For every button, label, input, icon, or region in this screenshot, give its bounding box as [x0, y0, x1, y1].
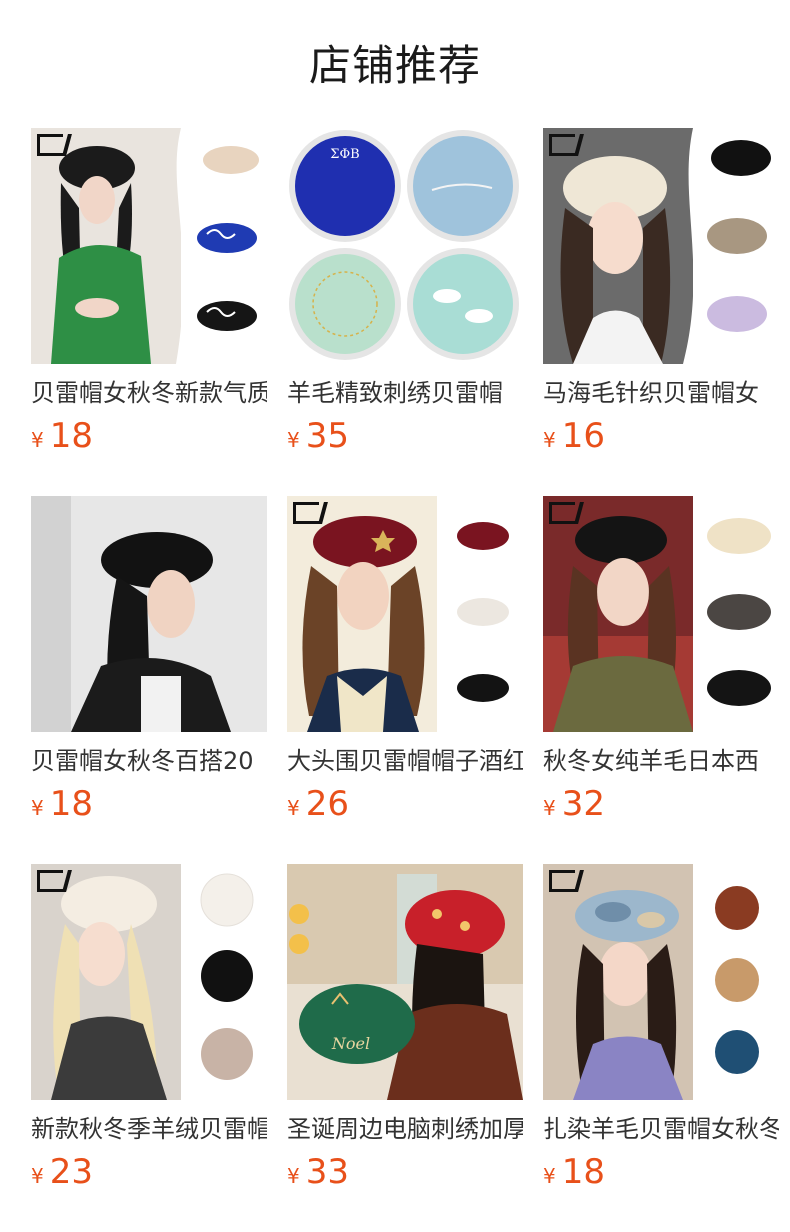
product-name: 羊毛精致刺绣贝雷帽 [287, 379, 503, 407]
product-name: 马海毛针织贝雷帽女 [543, 379, 759, 407]
currency-symbol: ¥ [543, 1164, 556, 1188]
product-name: 贝雷帽女秋冬新款气质 [31, 379, 267, 407]
product-photo-christmas-beret: Noel [287, 864, 523, 1100]
product-image[interactable]: ΣΦΒ [287, 128, 523, 364]
product-card[interactable]: 扎染羊毛贝雷帽女秋冬 ¥18 [543, 864, 779, 1232]
store-recommendations: 店铺推荐 贝雷帽女秋冬新款气质 ¥ 18 ΣΦΒ 羊毛精致刺绣贝雷帽 ¥ 35 … [0, 0, 790, 1232]
brand-logo-icon [549, 870, 575, 892]
product-price: ¥16 [543, 415, 779, 457]
embroidery-text: ΣΦΒ [330, 147, 359, 162]
product-image[interactable] [31, 128, 267, 364]
product-image[interactable] [31, 864, 267, 1100]
brand-logo-icon [549, 502, 575, 524]
product-price: ¥35 [287, 415, 523, 457]
product-card[interactable]: 贝雷帽女秋冬百搭20 ¥18 [31, 496, 267, 864]
product-price: ¥26 [287, 783, 523, 825]
price-value: 35 [305, 416, 349, 456]
product-card[interactable]: ΣΦΒ 羊毛精致刺绣贝雷帽 ¥35 [287, 128, 523, 496]
product-image[interactable]: Noel [287, 864, 523, 1100]
product-price: ¥18 [31, 415, 267, 457]
product-card[interactable]: 秋冬女纯羊毛日本西 ¥32 [543, 496, 779, 864]
product-image[interactable] [543, 128, 779, 364]
product-photo-cashmere-beret [31, 864, 267, 1100]
product-photo-wine-red-beret [287, 496, 523, 732]
product-name: 秋冬女纯羊毛日本西 [543, 747, 759, 775]
page-title: 店铺推荐 [308, 41, 481, 90]
price-value: 16 [561, 416, 605, 456]
product-photo-tie-dye-beret [543, 864, 779, 1100]
product-name: 新款秋冬季羊绒贝雷帽 [31, 1115, 267, 1143]
product-image[interactable] [31, 496, 267, 732]
currency-symbol: ¥ [31, 428, 44, 452]
currency-symbol: ¥ [287, 428, 300, 452]
brand-logo-icon [37, 134, 63, 156]
price-value: 32 [561, 784, 605, 824]
price-value: 33 [305, 1152, 349, 1192]
currency-symbol: ¥ [543, 428, 556, 452]
brand-logo-icon [549, 134, 575, 156]
price-value: 23 [49, 1152, 93, 1192]
product-image[interactable] [287, 496, 523, 732]
currency-symbol: ¥ [31, 796, 44, 820]
product-photo-black-beret-green-cardigan [31, 128, 267, 364]
product-price: ¥23 [31, 1151, 267, 1193]
product-name: 大头围贝雷帽帽子酒红 [287, 747, 523, 775]
currency-symbol: ¥ [31, 1164, 44, 1188]
currency-symbol: ¥ [543, 796, 556, 820]
product-name: 扎染羊毛贝雷帽女秋冬 [543, 1115, 779, 1143]
product-photo-mohair-beret [543, 128, 779, 364]
product-name: 圣诞周边电脑刺绣加厚 [287, 1115, 523, 1143]
product-card[interactable]: 大头围贝雷帽帽子酒红 ¥26 [287, 496, 523, 864]
currency-symbol: ¥ [287, 796, 300, 820]
product-name: 贝雷帽女秋冬百搭20 [31, 747, 254, 775]
price-value: 18 [561, 1152, 605, 1192]
product-price: ¥18 [31, 783, 267, 825]
price-value: 18 [49, 784, 93, 824]
product-grid: 贝雷帽女秋冬新款气质 ¥18 ΣΦΒ 羊毛精致刺绣贝雷帽 ¥ 35 马海毛针织贝… [31, 128, 779, 1232]
brand-logo-icon [293, 502, 319, 524]
product-price: ¥33 [287, 1151, 523, 1193]
product-image[interactable] [543, 864, 779, 1100]
embroidery-text: Noel [331, 1034, 370, 1053]
product-card[interactable]: 贝雷帽女秋冬新款气质 ¥18 [31, 128, 267, 496]
currency-symbol: ¥ [287, 1164, 300, 1188]
product-photo-embroidered-berets: ΣΦΒ [287, 128, 523, 364]
product-image[interactable] [543, 496, 779, 732]
product-photo-wool-beret [543, 496, 779, 732]
product-card[interactable]: Noel 圣诞周边电脑刺绣加厚 ¥33 [287, 864, 523, 1232]
product-photo-black-beret-profile [31, 496, 267, 732]
product-card[interactable]: 马海毛针织贝雷帽女 ¥16 [543, 128, 779, 496]
price-value: 26 [305, 784, 349, 824]
price-value: 18 [49, 416, 93, 456]
product-price: ¥18 [543, 1151, 779, 1193]
product-price: ¥32 [543, 783, 779, 825]
brand-logo-icon [37, 870, 63, 892]
product-card[interactable]: 新款秋冬季羊绒贝雷帽 ¥23 [31, 864, 267, 1232]
